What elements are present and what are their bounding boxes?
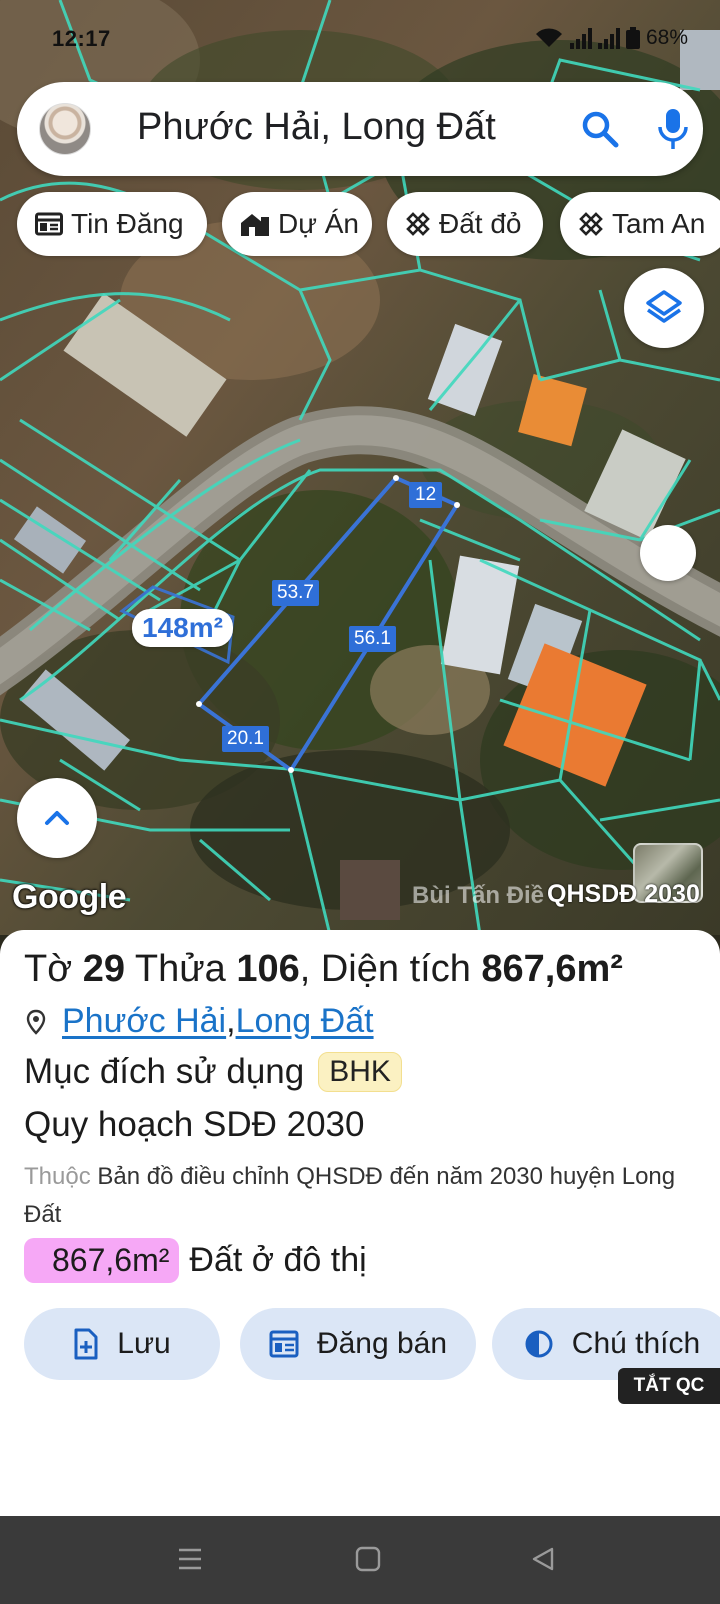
layers-icon [646,290,682,323]
contrast-icon [525,1330,553,1358]
chip-label: Đất đỏ [439,208,522,239]
ruler-icon [579,212,603,236]
back-icon[interactable] [530,1546,556,1572]
chip-dat-do[interactable]: Đất đỏ [387,192,543,256]
purpose-label: Mục đích sử dụng [24,1052,305,1091]
planned-area-row: 867,6m² Đất ở đô thị [24,1238,367,1283]
signal-icon-2 [597,27,620,49]
listing-icon [269,1330,299,1358]
plan-title: Quy hoạch SDĐ 2030 [24,1105,365,1144]
search-icon[interactable] [580,109,620,149]
chip-label: Tam An [612,208,706,239]
mic-icon[interactable] [655,107,691,151]
home-icon[interactable] [355,1546,381,1572]
chip-du-an[interactable]: Dự Án [222,192,372,256]
battery-level: 68% [645,26,688,49]
ward-link[interactable]: Phước Hải [62,1002,226,1041]
ruler-icon [406,212,430,236]
edge-label-12: 12 [409,482,443,508]
district-link[interactable]: Long Đất [236,1002,374,1041]
system-nav-bar [0,1516,720,1604]
turn-off-ads-button[interactable]: TẮT QC [618,1368,720,1404]
parcel-location: Phước Hải, Long Đất [26,1002,374,1041]
battery-icon [625,27,640,49]
google-logo: Google [12,878,127,916]
planned-area-value: 867,6m² [24,1238,180,1283]
building-icon [241,214,269,236]
save-button[interactable]: Lưu [24,1308,220,1380]
land-use-purpose: Mục đích sử dụng BHK [24,1052,402,1092]
wifi-icon [535,28,562,47]
expand-up-button[interactable] [17,778,97,858]
chip-tam-an[interactable]: Tam An [560,192,720,256]
action-buttons: Lưu Đăng bán Chú thích [0,1308,720,1380]
purpose-code-badge: BHK [318,1052,402,1092]
status-time: 12:17 [52,26,111,51]
menu-icon[interactable] [177,1546,203,1572]
map-view[interactable]: 53.7 12 56.1 20.1 148m² 12:17 68% Phước … [0,0,720,935]
post-for-sale-button[interactable]: Đăng bán [240,1308,476,1380]
file-add-icon [74,1328,98,1360]
plan-description: Thuộc Bản đồ điều chỉnh QHSDĐ đến năm 20… [24,1163,676,1228]
chip-label: Tin Đăng [71,208,184,239]
status-icons: 68% [534,26,688,50]
edge-label-56-1: 56.1 [349,626,396,652]
signal-icon-1 [569,27,592,49]
watermark-text: Bùi Tấn Điề [412,882,545,909]
planned-area-type: Đất ở đô thị [189,1241,367,1279]
chip-tin-dang[interactable]: Tin Đăng [17,192,207,256]
compass-button[interactable] [640,525,696,581]
chevron-up-icon [45,811,69,825]
parcel-title: Tờ 29 Thửa 106, Diện tích 867,6m² [24,948,623,990]
plan-layer-tag: QHSDĐ 2030 [547,880,700,908]
search-query[interactable]: Phước Hải, Long Đất [137,106,496,149]
edge-label-53-7: 53.7 [272,580,319,606]
news-icon [35,212,63,236]
parcel-info-sheet: Tờ 29 Thửa 106, Diện tích 867,6m² Phước … [0,930,720,1516]
edge-label-20-1: 20.1 [222,726,269,752]
search-bar[interactable]: Phước Hải, Long Đất [17,82,703,176]
status-bar: 12:17 68% [0,0,720,80]
layers-button[interactable] [624,268,704,348]
chip-label: Dự Án [278,208,359,239]
location-pin-icon [26,1009,46,1035]
avatar[interactable] [39,103,91,155]
parcel-area-label: 148m² [132,609,233,647]
